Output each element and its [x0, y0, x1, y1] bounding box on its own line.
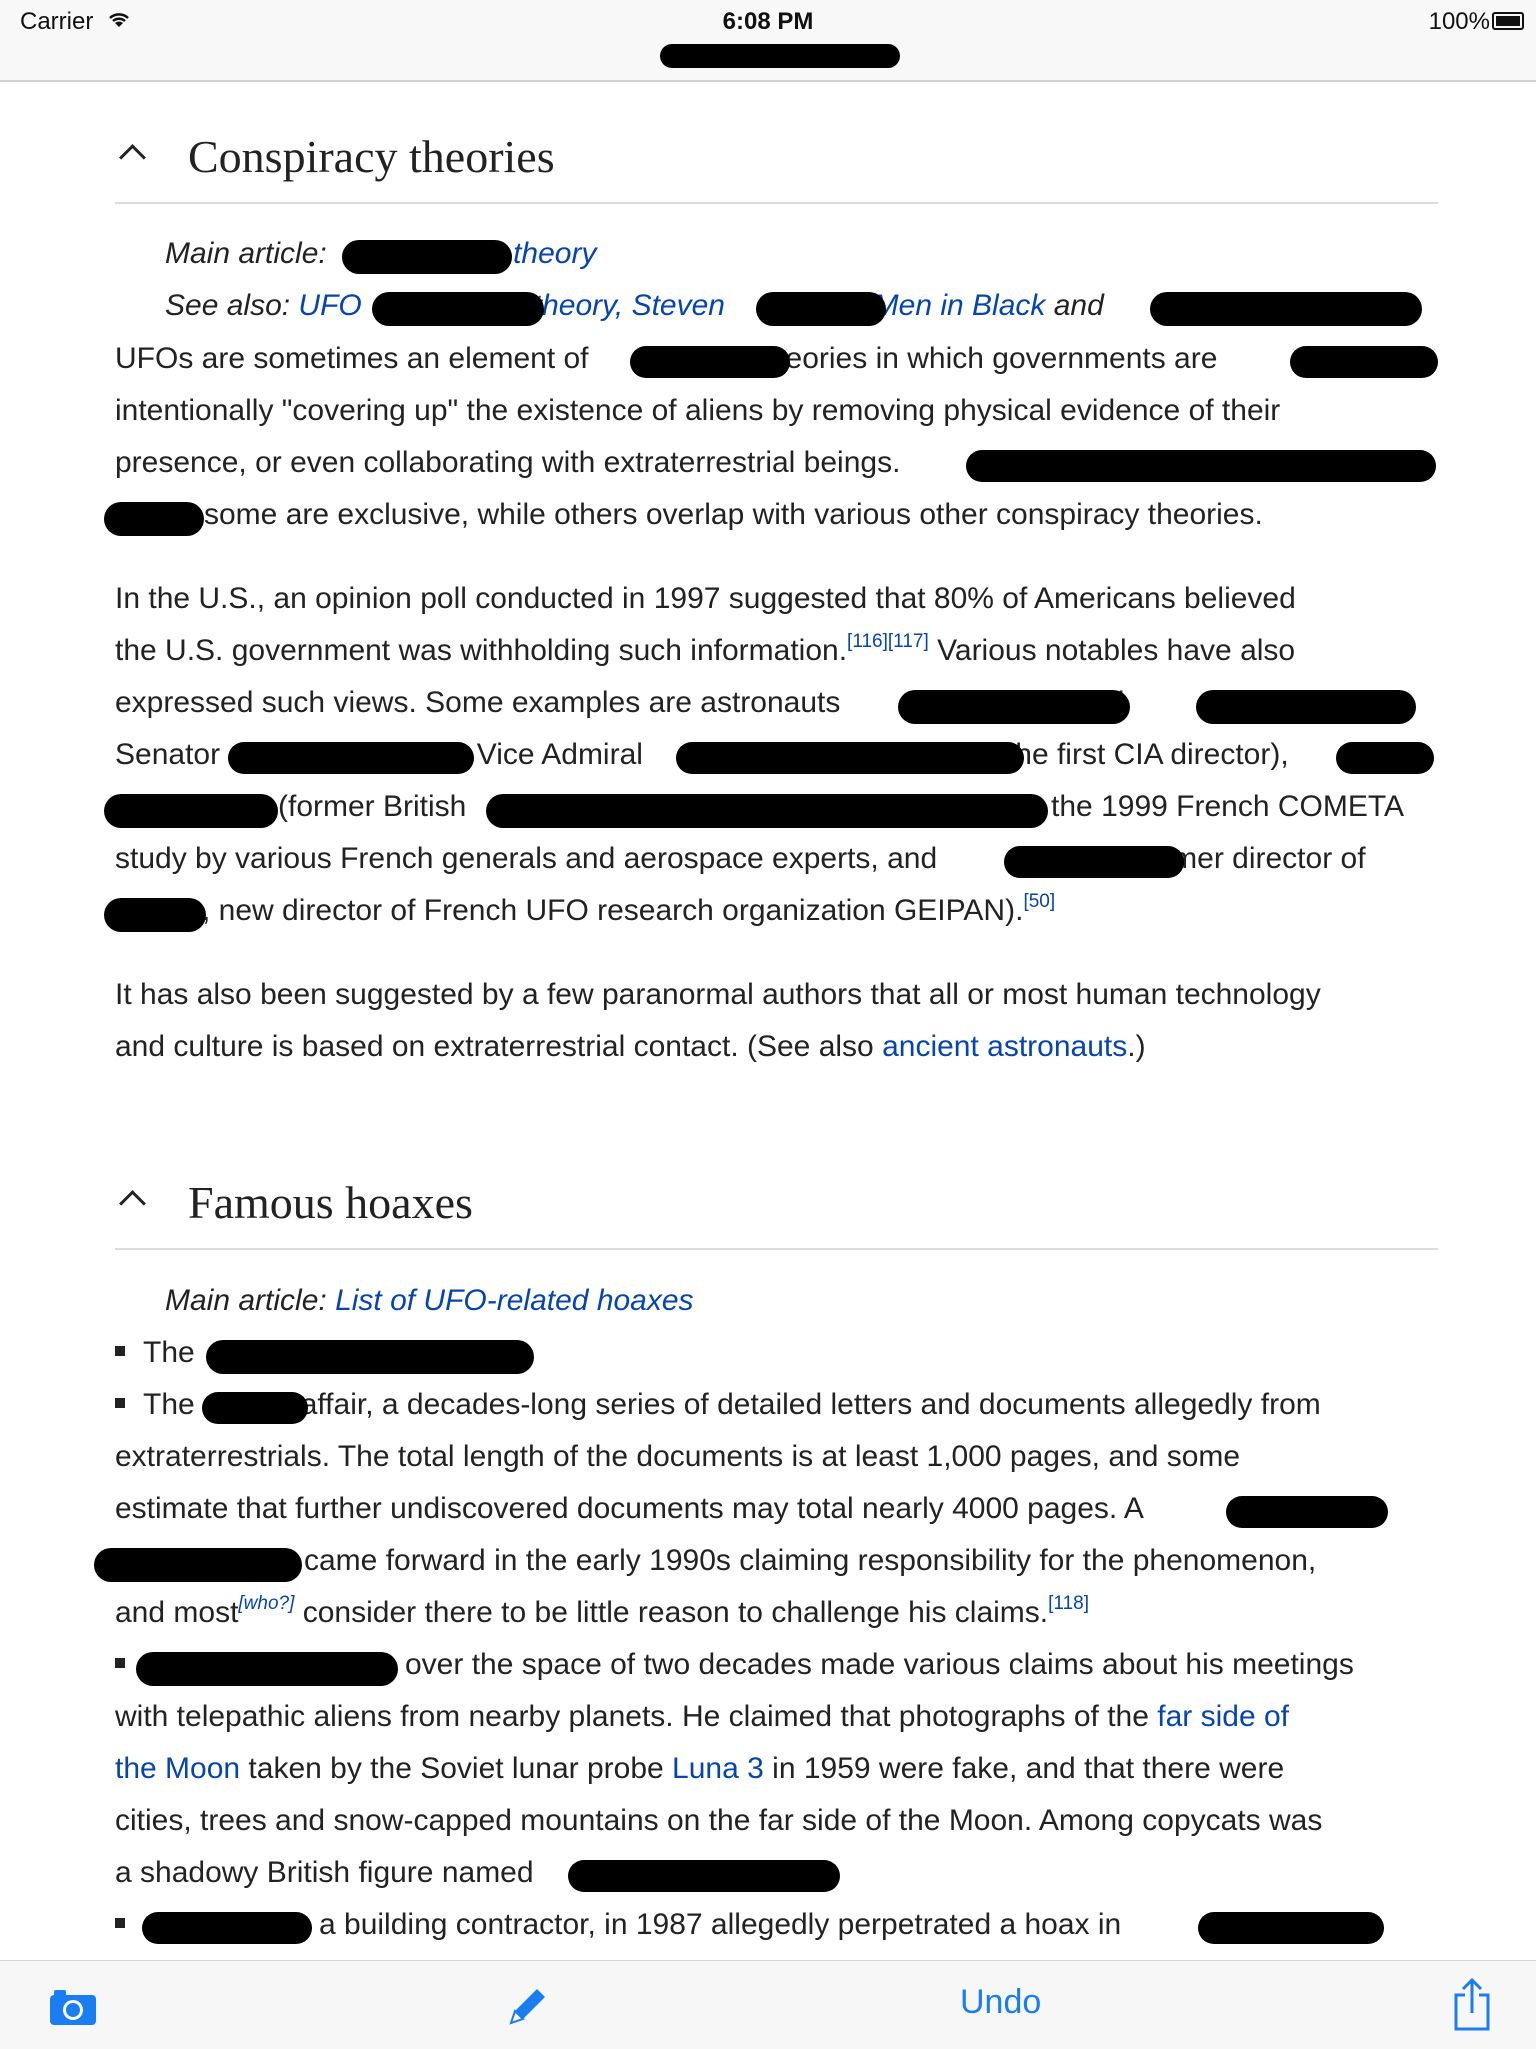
- redaction: [486, 794, 1048, 828]
- citation-116[interactable]: [116]: [847, 631, 888, 652]
- section-header-conspiracy[interactable]: Conspiracy theories: [115, 108, 1438, 204]
- redaction: [898, 690, 1130, 724]
- status-time: 6:08 PM: [722, 8, 814, 35]
- camera-icon[interactable]: [48, 1987, 98, 2027]
- citation-118[interactable]: [118]: [1048, 1593, 1089, 1614]
- paragraph-line: cities, trees and snow-capped mountains …: [115, 1804, 1323, 1837]
- paragraph-line: presence, or even collaborating with ext…: [115, 446, 901, 479]
- article-content: Conspiracy theories Main article: theory…: [0, 80, 1536, 1960]
- redaction: [206, 1340, 534, 1374]
- bullet: [115, 1658, 125, 1668]
- redaction: [142, 1912, 312, 1944]
- paragraph-line: and culture is based on extraterrestrial…: [115, 1030, 1146, 1063]
- chevron-up-icon[interactable]: [119, 1190, 146, 1217]
- bullet: [115, 1346, 125, 1356]
- paragraph-line: the U.S. government was withholding such…: [115, 631, 1296, 667]
- redaction: [1150, 292, 1422, 326]
- redaction: [630, 346, 790, 378]
- citation-117[interactable]: [117]: [888, 631, 929, 652]
- who-tag[interactable]: [who?]: [238, 1593, 294, 1614]
- redaction: [966, 450, 1436, 482]
- paragraph-line: a shadowy British figure named: [115, 1856, 534, 1889]
- undo-button[interactable]: Undo: [960, 1983, 1041, 2022]
- paragraph-line: estimate that further undiscovered docum…: [115, 1492, 1144, 1525]
- redaction: [94, 1548, 302, 1582]
- redaction: [228, 742, 474, 774]
- bullet: [115, 1918, 125, 1928]
- redaction: [568, 1860, 840, 1892]
- section-header-hoaxes[interactable]: Famous hoaxes: [115, 1154, 1438, 1250]
- paragraph-line: some are exclusive, while others overlap…: [204, 498, 1263, 531]
- status-bar: Carrier 6:08 PM 100%: [0, 0, 1536, 82]
- redaction: [756, 292, 886, 326]
- redaction: [660, 44, 900, 68]
- redaction: [1290, 346, 1438, 378]
- hatnote-main-link[interactable]: List of UFO-related hoaxes: [335, 1284, 694, 1317]
- paragraph-line: It has also been suggested by a few para…: [115, 978, 1321, 1011]
- paragraph-line: intentionally "covering up" the existenc…: [115, 394, 1281, 427]
- redaction: [1004, 846, 1184, 878]
- chevron-up-icon[interactable]: [119, 144, 146, 171]
- redaction: [342, 240, 512, 274]
- redaction: [676, 742, 1024, 774]
- paragraph-line: , new director of French UFO research or…: [202, 891, 1056, 927]
- far-side-link-cont[interactable]: the Moon: [115, 1752, 240, 1785]
- redaction: [104, 898, 206, 932]
- bullet: [115, 1398, 125, 1408]
- redaction: [104, 502, 204, 536]
- list-item: The: [115, 1336, 195, 1370]
- hatnote-main: Main article: List of UFO-related hoaxes: [165, 1284, 694, 1317]
- redaction: [1196, 690, 1416, 724]
- battery-icon: [1492, 12, 1524, 30]
- ancient-astronauts-link[interactable]: ancient astronauts: [882, 1030, 1127, 1063]
- hatnote-main-link[interactable]: theory: [513, 237, 596, 270]
- redaction: [104, 794, 278, 828]
- luna3-link[interactable]: Luna 3: [672, 1752, 764, 1785]
- bottom-toolbar: Undo: [0, 1960, 1536, 2049]
- redaction: [1198, 1912, 1384, 1944]
- section-title: Famous hoaxes: [188, 1177, 473, 1228]
- section-title: Conspiracy theories: [188, 131, 555, 182]
- redaction: [372, 292, 544, 326]
- paragraph-line: and most[who?] consider there to be litt…: [115, 1593, 1089, 1629]
- far-side-link[interactable]: far side of: [1157, 1700, 1289, 1733]
- redaction: [202, 1392, 308, 1424]
- paragraph-line: extraterrestrials. The total length of t…: [115, 1440, 1241, 1473]
- paragraph-line: with telepathic aliens from nearby plane…: [115, 1700, 1289, 1733]
- hatnote-see-also: See also: UFOtheory, Steven, Men in Blac…: [165, 289, 1104, 322]
- paragraph-line: In the U.S., an opinion poll conducted i…: [115, 582, 1296, 615]
- share-icon[interactable]: [1452, 1977, 1492, 2033]
- pencil-icon[interactable]: [505, 1983, 551, 2029]
- see-also-ufo-link[interactable]: UFO: [298, 289, 361, 322]
- see-also-theory-link[interactable]: theory, Steven: [534, 289, 725, 322]
- citation-50[interactable]: [50]: [1023, 891, 1055, 912]
- redaction: [1226, 1496, 1388, 1528]
- see-also-mib-link[interactable]: Men in Black: [874, 289, 1046, 322]
- redaction: [136, 1652, 398, 1686]
- paragraph-line: the Moon taken by the Soviet lunar probe…: [115, 1752, 1285, 1785]
- paragraph-line: came forward in the early 1990s claiming…: [304, 1544, 1317, 1577]
- redaction: [1336, 742, 1434, 774]
- battery-label: 100%: [1428, 8, 1490, 35]
